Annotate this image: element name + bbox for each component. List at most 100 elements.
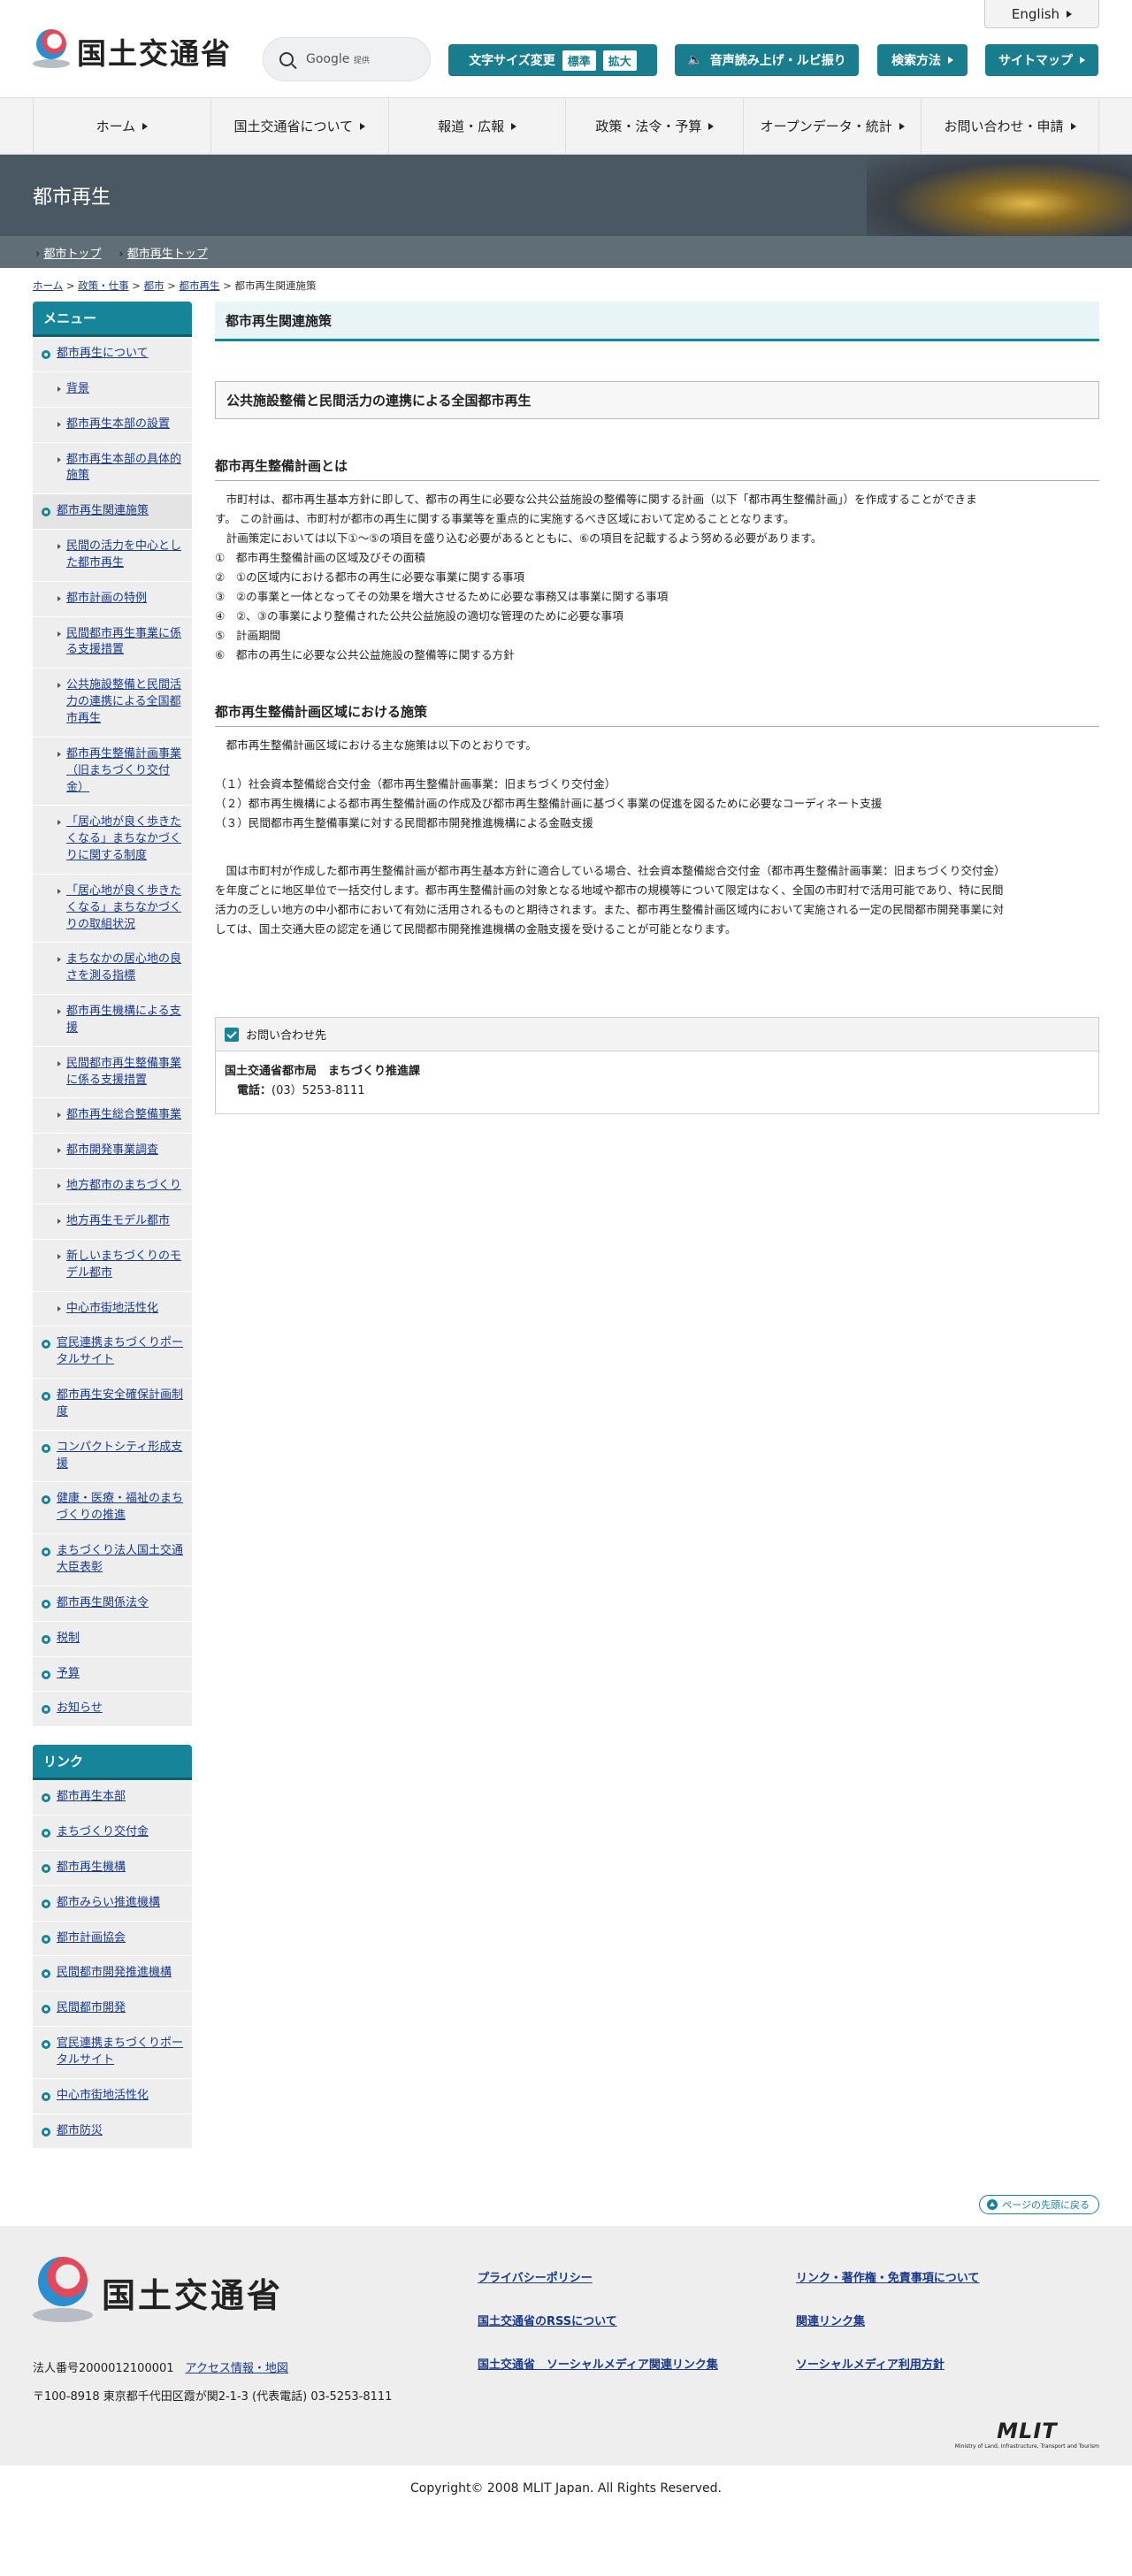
gnav-item-policy[interactable]: 政策・法令・予算 [565, 98, 743, 154]
sidebar-item-label[interactable]: 都市計画の特例 [66, 592, 147, 605]
sidebar-item[interactable]: 都市再生関連施策 [33, 494, 192, 531]
subnav-city-top[interactable]: 都市トップ [43, 248, 101, 261]
voice-reading-button[interactable]: 🔈 音声読み上げ・ルビ振り [675, 44, 859, 76]
sidebar-item-label[interactable]: 都市再生関連施策 [57, 504, 149, 517]
sidebar-item[interactable]: 都市みらい推進機構 [33, 1886, 192, 1922]
sidebar-item[interactable]: 都市再生本部の具体的施策 [33, 443, 192, 495]
sidebar-item[interactable]: 官民連携まちづくりポータルサイト [33, 1326, 192, 1380]
sidebar-item[interactable]: 「居心地が良く歩きたくなる」まちなかづくりの取組状況 [33, 875, 192, 944]
sidebar-item-label[interactable]: 「居心地が良く歩きたくなる」まちなかづくりに関する制度 [66, 815, 181, 862]
rss-link[interactable]: 国土交通省のRSSについて [478, 2312, 796, 2328]
sidebar-item-label[interactable]: 都市再生関係法令 [57, 1596, 149, 1609]
sidebar-item[interactable]: まちなかの居心地の良さを測る指標 [33, 943, 192, 996]
sidebar-item-label[interactable]: 都市計画協会 [57, 1931, 126, 1945]
sidebar-item[interactable]: 都市再生本部 [33, 1780, 192, 1816]
sidebar-item-label[interactable]: 都市再生本部の具体的施策 [66, 453, 181, 483]
sidebar-item[interactable]: 都市計画の特例 [33, 582, 192, 617]
sidebar-item-label[interactable]: 都市再生整備計画事業（旧まちづくり交付金） [66, 747, 181, 794]
sidebar-item-label[interactable]: 地方再生モデル都市 [66, 1214, 170, 1227]
sidebar-item[interactable]: 新しいまちづくりのモデル都市 [33, 1240, 192, 1292]
sidebar-item-label[interactable]: 予算 [57, 1667, 80, 1680]
sidebar-item-label[interactable]: 都市再生安全確保計画制度 [57, 1388, 183, 1418]
sidebar-item-label[interactable]: 新しいまちづくりのモデル都市 [66, 1250, 181, 1280]
sidebar-item[interactable]: 都市再生安全確保計画制度 [33, 1379, 192, 1431]
sidebar-item[interactable]: 都市再生について [33, 337, 192, 372]
sidebar-item-label[interactable]: まちづくり法人国土交通大臣表彰 [57, 1544, 183, 1574]
sidebar-item-label[interactable]: 公共施設整備と民間活力の連携による全国都市再生 [66, 678, 181, 725]
sidebar-item-label[interactable]: 民間の活力を中心とした都市再生 [66, 539, 181, 569]
sidebar-item-label[interactable]: お知らせ [57, 1701, 103, 1715]
sidebar-item[interactable]: 民間都市再生事業に係る支援措置 [33, 617, 192, 669]
sidebar-item[interactable]: 「居心地が良く歩きたくなる」まちなかづくりに関する制度 [33, 806, 192, 875]
sidebar-item[interactable]: 都市再生機構 [33, 1851, 192, 1886]
sidebar-item[interactable]: 都市再生関係法令 [33, 1586, 192, 1622]
sidebar-item-label[interactable]: コンパクトシティ形成支援 [57, 1441, 182, 1471]
footer-logo[interactable]: 国土交通省 [33, 2257, 283, 2328]
gnav-item-contact[interactable]: お問い合わせ・申請 [921, 98, 1099, 154]
sidebar-item-label[interactable]: まちづくり交付金 [57, 1825, 149, 1838]
sidebar-item-label[interactable]: 背景 [66, 382, 89, 395]
access-link[interactable]: アクセス情報・地図 [186, 2362, 288, 2375]
sidebar-item-label[interactable]: 都市再生本部 [57, 1790, 126, 1803]
sidebar-item[interactable]: 民間都市開発推進機構 [33, 1956, 192, 1992]
sidebar-item-label[interactable]: まちなかの居心地の良さを測る指標 [66, 952, 181, 982]
english-link[interactable]: English [984, 0, 1099, 28]
social-media-links-link[interactable]: 国土交通省 ソーシャルメディア関連リンク集 [478, 2355, 796, 2372]
sidebar-item-label[interactable]: 「居心地が良く歩きたくなる」まちなかづくりの取組状況 [66, 884, 181, 931]
copyright-link[interactable]: リンク・著作権・免責事項について [796, 2268, 1079, 2285]
sidebar-item-label[interactable]: 民間都市開発 [57, 2001, 126, 2014]
sidebar-item[interactable]: 都市開発事業調査 [33, 1134, 192, 1170]
sidebar-item-label[interactable]: 中心市街地活性化 [57, 2089, 149, 2102]
sidebar-item-label[interactable]: 地方都市のまちづくり [66, 1179, 181, 1192]
sidebar-item[interactable]: まちづくり法人国土交通大臣表彰 [33, 1534, 192, 1586]
sidebar-item-label[interactable]: 民間都市開発推進機構 [57, 1966, 172, 1979]
sidebar-item[interactable]: 健康・医療・福祉のまちづくりの推進 [33, 1482, 192, 1535]
sidebar-item[interactable]: お知らせ [33, 1692, 192, 1728]
sidebar-item[interactable]: 民間都市再生整備事業に係る支援措置 [33, 1047, 192, 1099]
search-method-button[interactable]: 検索方法 [877, 44, 968, 76]
sidebar-item-label[interactable]: 税制 [57, 1632, 80, 1645]
page-top-button[interactable]: ページの先頭に戻る [979, 2195, 1099, 2215]
breadcrumb-link[interactable]: 都市 [144, 279, 164, 292]
sidebar-item-label[interactable]: 都市みらい推進機構 [57, 1896, 160, 1909]
gnav-item-home[interactable]: ホーム [33, 98, 210, 154]
gnav-item-opendata[interactable]: オープンデータ・統計 [743, 98, 921, 154]
sidebar-item[interactable]: 都市再生本部の設置 [33, 408, 192, 443]
sidebar-item[interactable]: 税制 [33, 1622, 192, 1657]
sidebar-item-label[interactable]: 中心市街地活性化 [66, 1302, 158, 1315]
sidebar-item-label[interactable]: 都市再生本部の設置 [66, 417, 170, 431]
social-media-policy-link[interactable]: ソーシャルメディア利用方針 [796, 2355, 1079, 2372]
sidebar-item[interactable]: 中心市街地活性化 [33, 2079, 192, 2114]
breadcrumb-link[interactable]: 政策・仕事 [78, 279, 129, 292]
sidebar-item[interactable]: コンパクトシティ形成支援 [33, 1431, 192, 1483]
related-links-link[interactable]: 関連リンク集 [796, 2312, 1079, 2328]
sidebar-item-label[interactable]: 都市再生機構による支援 [66, 1005, 181, 1035]
sidebar-item[interactable]: 都市再生総合整備事業 [33, 1098, 192, 1135]
font-large-button[interactable]: 拡大 [602, 50, 637, 71]
font-standard-button[interactable]: 標準 [562, 50, 596, 71]
sidebar-item-label[interactable]: 都市再生機構 [57, 1861, 126, 1874]
sidebar-item[interactable]: 中心市街地活性化 [33, 1292, 192, 1327]
sidebar-item-label[interactable]: 都市再生総合整備事業 [66, 1108, 181, 1121]
sidebar-item[interactable]: 都市計画協会 [33, 1922, 192, 1957]
sidebar-item[interactable]: 予算 [33, 1657, 192, 1693]
sidebar-item[interactable]: 地方都市のまちづくり [33, 1169, 192, 1204]
sidebar-item-label[interactable]: 民間都市再生事業に係る支援措置 [66, 627, 181, 657]
sidebar-item[interactable]: まちづくり交付金 [33, 1815, 192, 1851]
sidebar-item-label[interactable]: 健康・医療・福祉のまちづくりの推進 [57, 1492, 183, 1522]
breadcrumb-link[interactable]: 都市再生 [180, 279, 220, 292]
gnav-item-about[interactable]: 国土交通省について [210, 98, 388, 154]
subnav-urban-renewal-top[interactable]: 都市再生トップ [127, 248, 208, 261]
sidebar-item-label[interactable]: 都市再生について [57, 347, 149, 360]
sidebar-item-label[interactable]: 都市開発事業調査 [66, 1143, 158, 1157]
sidebar-item[interactable]: 都市防災 [33, 2114, 192, 2150]
sitemap-button[interactable]: サイトマップ [985, 44, 1098, 76]
sidebar-item[interactable]: 民間都市開発 [33, 1991, 192, 2028]
sidebar-item[interactable]: 公共施設整備と民間活力の連携による全国都市再生 [33, 669, 192, 738]
site-logo[interactable]: 国土交通省 [33, 29, 232, 73]
sidebar-item[interactable]: 背景 [33, 372, 192, 408]
sidebar-item[interactable]: 都市再生整備計画事業（旧まちづくり交付金） [33, 738, 192, 806]
gnav-item-press[interactable]: 報道・広報 [387, 98, 566, 154]
sidebar-item-label[interactable]: 官民連携まちづくりポータルサイト [57, 1336, 183, 1366]
sidebar-item[interactable]: 民間の活力を中心とした都市再生 [33, 530, 192, 582]
